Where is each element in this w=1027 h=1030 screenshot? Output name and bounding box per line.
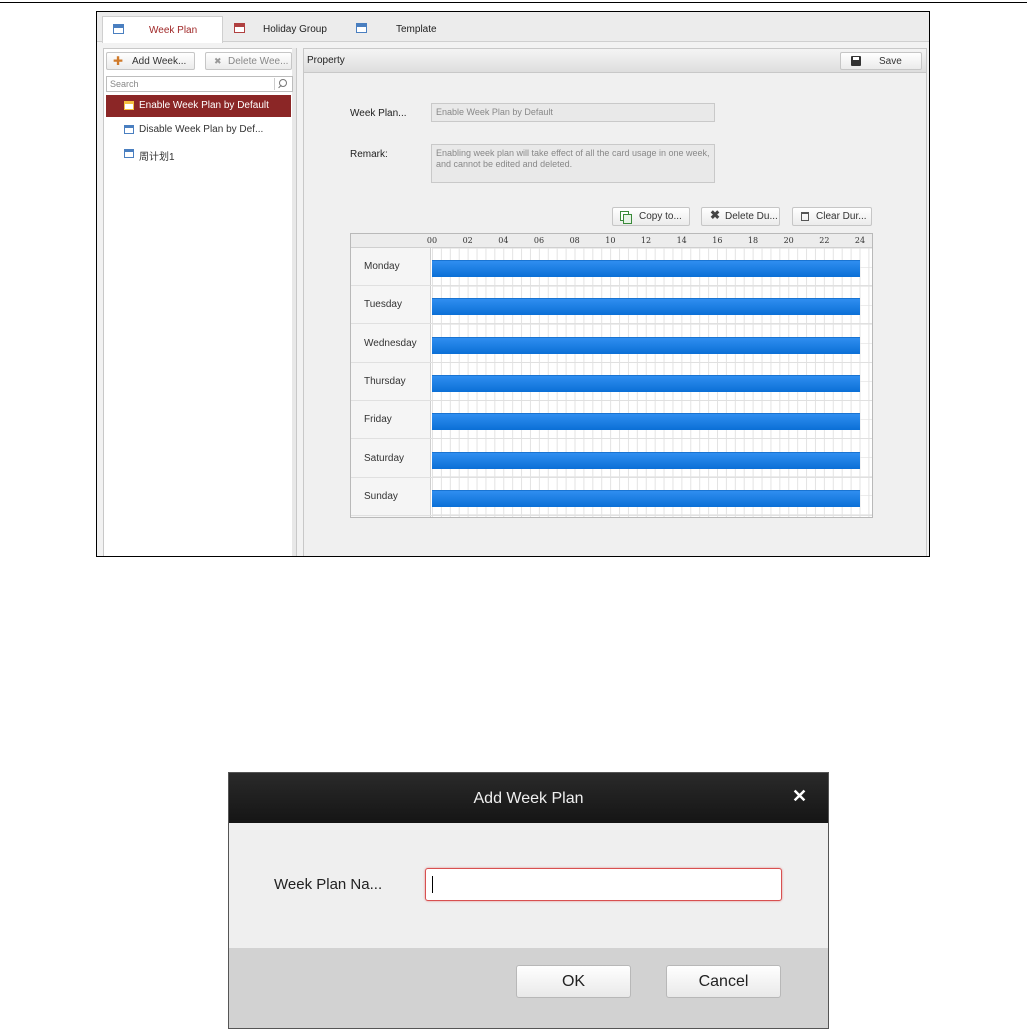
tab-week-plan[interactable]: Week Plan	[102, 16, 223, 43]
copy-to-button[interactable]: Copy to...	[612, 207, 690, 226]
hour-tick-label: 06	[533, 236, 545, 245]
plan-item-custom-1[interactable]: 周计划1	[106, 143, 291, 165]
property-title: Property	[307, 55, 345, 66]
week-plan-name-field[interactable]: Enable Week Plan by Default	[431, 103, 715, 122]
day-row: Monday	[351, 248, 872, 286]
close-icon[interactable]: ✕	[792, 787, 807, 805]
page-top-rule	[0, 2, 1027, 3]
hour-tick-label: 08	[569, 236, 580, 245]
day-label: Saturday	[364, 452, 405, 464]
add-week-plan-button[interactable]: ✚ Add Week...	[106, 52, 195, 70]
save-icon	[851, 56, 861, 66]
tab-holiday-group[interactable]: Holiday Group	[229, 16, 339, 43]
plan-item-disable-default[interactable]: Disable Week Plan by Def...	[106, 119, 291, 141]
day-row: Friday	[351, 401, 872, 440]
save-button[interactable]: Save	[840, 52, 922, 70]
time-segment-bar[interactable]	[432, 451, 860, 469]
day-label: Friday	[364, 414, 392, 426]
time-segment-bar[interactable]	[432, 489, 860, 507]
calendar-icon	[113, 24, 124, 34]
time-segment-bar[interactable]	[432, 413, 860, 431]
dialog-footer: OK Cancel	[229, 948, 828, 1028]
plan-item-enable-default[interactable]: Enable Week Plan by Default	[106, 95, 291, 117]
property-header: Property Save	[304, 49, 926, 73]
hour-tick-label: 16	[712, 236, 723, 245]
day-label: Tuesday	[364, 299, 402, 311]
calendar-icon	[124, 125, 134, 134]
pane-divider[interactable]	[292, 48, 297, 556]
remark-label: Remark:	[350, 149, 388, 160]
holiday-icon	[234, 23, 245, 33]
day-row: Wednesday	[351, 325, 872, 363]
hour-tick-label: 18	[747, 236, 759, 245]
dialog-body: Week Plan Na...	[229, 823, 828, 948]
time-segment-bar[interactable]	[432, 298, 860, 316]
cancel-button[interactable]: Cancel	[666, 965, 781, 998]
day-label: Thursday	[364, 375, 406, 387]
plus-icon: ✚	[113, 54, 124, 68]
day-label: Monday	[364, 261, 400, 272]
day-row: Sunday	[351, 478, 872, 516]
time-segment-bar[interactable]	[432, 260, 860, 277]
hour-tick-label: 20	[783, 236, 794, 245]
search-icon[interactable]	[274, 78, 290, 90]
week-plan-name-label: Week Plan Na...	[274, 876, 383, 893]
week-plan-name-input[interactable]	[425, 868, 782, 901]
time-segment-bar[interactable]	[432, 336, 860, 354]
trash-icon	[801, 212, 809, 221]
day-row: Thursday	[351, 363, 872, 401]
hour-tick-label: 10	[605, 236, 616, 245]
hour-tick-label: 14	[676, 236, 687, 245]
template-icon	[356, 23, 367, 33]
tab-template[interactable]: Template	[352, 16, 452, 43]
day-row: Tuesday	[351, 286, 872, 325]
add-week-plan-dialog: Add Week Plan ✕ Week Plan Na... OK Cance…	[228, 772, 829, 1029]
time-segment-bar[interactable]	[432, 374, 860, 392]
day-row: Saturday	[351, 440, 872, 478]
hour-tick-label: 22	[819, 236, 830, 245]
search-box[interactable]: Search	[106, 76, 293, 92]
clear-duration-button[interactable]: Clear Dur...	[792, 207, 872, 226]
ok-button[interactable]: OK	[516, 965, 631, 998]
remark-field[interactable]: Enabling week plan will take effect of a…	[431, 144, 715, 183]
hour-tick-label: 00	[426, 236, 438, 245]
schedule-grid: 00 02 04 06 08 10 12 14 16 18 20 22 24 Monday Tuesday…	[350, 233, 873, 518]
delete-icon: ✖	[214, 56, 222, 66]
day-label: Sunday	[364, 490, 398, 502]
tab-bar: Week Plan Holiday Group Template	[97, 12, 929, 43]
hour-tick-label: 24	[854, 236, 866, 245]
calendar-icon	[124, 149, 134, 158]
hour-header: 00 02 04 06 08 10 12 14 16 18 20 22 24	[351, 234, 872, 248]
copy-icon	[620, 211, 632, 224]
day-label: Wednesday	[364, 337, 417, 349]
dialog-title: Add Week Plan	[473, 790, 584, 807]
week-plan-name-label: Week Plan...	[350, 108, 407, 119]
hour-tick-label: 12	[640, 236, 652, 245]
delete-duration-button[interactable]: ✖ Delete Du...	[701, 207, 780, 226]
hour-tick-label: 04	[498, 236, 509, 245]
calendar-icon	[124, 101, 134, 110]
dialog-titlebar: Add Week Plan ✕	[229, 773, 828, 823]
hour-tick-label: 02	[462, 236, 473, 245]
text-caret	[432, 876, 433, 893]
delete-icon: ✖	[710, 208, 721, 222]
delete-week-plan-button[interactable]: ✖ Delete Wee...	[205, 52, 292, 70]
